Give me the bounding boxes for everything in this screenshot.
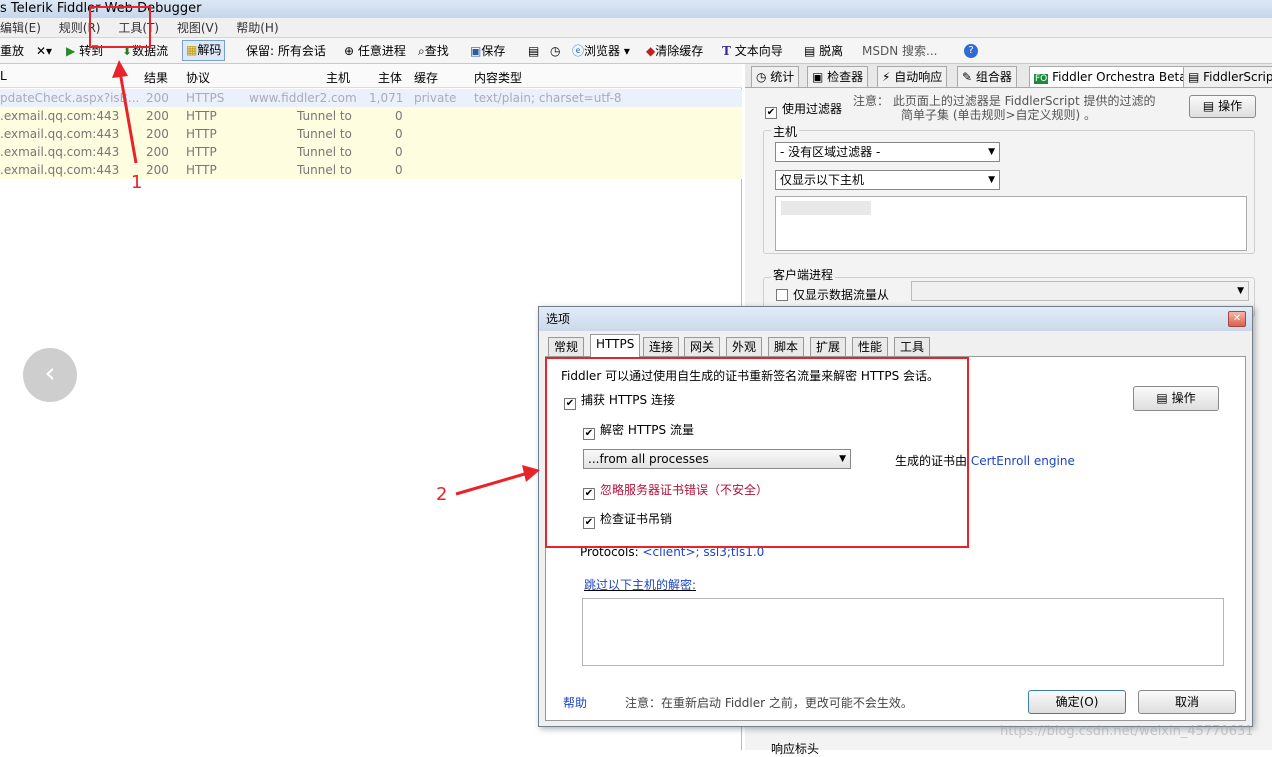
arrow-1-shaft [118, 71, 138, 164]
watermark: https://blog.csdn.net/weixin_45770631 [1000, 724, 1254, 739]
annotation-number-1: 1 [131, 172, 143, 193]
annotation-number-2: 2 [436, 484, 448, 505]
arrow-1-head [112, 60, 128, 78]
arrow-2-shaft [455, 471, 529, 496]
tab-https[interactable]: HTTPS [590, 334, 641, 357]
arrow-2-head [522, 465, 540, 482]
annotation-arrows [112, 60, 540, 496]
